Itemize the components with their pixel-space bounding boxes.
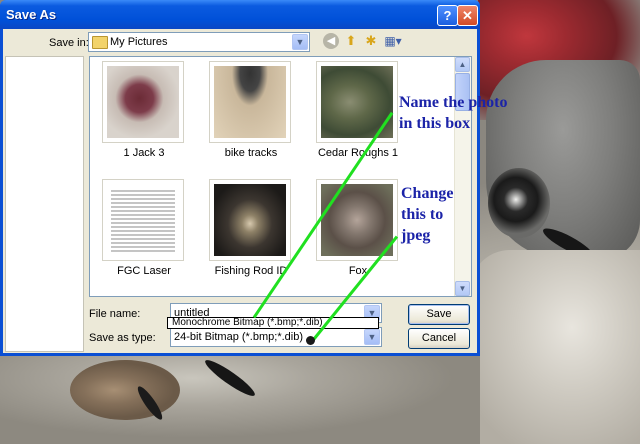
thumbnail-image	[214, 66, 286, 138]
dropdown-option[interactable]: Monochrome Bitmap (*.bmp;*.dib)	[172, 318, 323, 328]
save-as-type-label: Save as type:	[89, 332, 156, 344]
annotation-change-type: Change this to jpeg	[401, 183, 453, 246]
file-item[interactable]: FGC Laser	[93, 179, 195, 287]
file-item[interactable]: bike tracks	[200, 61, 302, 169]
save-as-dialog: Save As ? ✕ Save in: My Pictures ▼ ◀ ⬆ ✱…	[0, 0, 480, 356]
back-icon[interactable]: ◀	[323, 33, 339, 49]
thumbnail-frame	[102, 179, 184, 261]
file-item[interactable]: Cedar Roughs 1	[307, 61, 409, 169]
file-item[interactable]: Fox	[307, 179, 409, 287]
file-name: bike tracks	[224, 147, 278, 159]
second-quail-photo	[70, 360, 180, 420]
new-folder-icon[interactable]: ✱	[362, 33, 380, 49]
title-bar[interactable]: Save As ? ✕	[0, 0, 480, 29]
rock-photo	[470, 250, 640, 444]
save-as-type-select[interactable]: 24-bit Bitmap (*.bmp;*.dib) ▼	[170, 327, 382, 347]
close-button[interactable]: ✕	[457, 5, 478, 26]
file-name: 1 Jack 3	[123, 147, 165, 159]
thumbnail-image	[214, 184, 286, 256]
file-name: Fox	[348, 265, 368, 277]
folder-icon	[92, 36, 108, 49]
up-folder-icon[interactable]: ⬆	[343, 33, 359, 49]
file-name: Fishing Rod ID	[214, 265, 288, 277]
file-name-label: File name:	[89, 308, 141, 320]
annotation-text: this to	[401, 206, 444, 223]
save-as-type-value: 24-bit Bitmap (*.bmp;*.dib)	[174, 331, 303, 343]
chevron-down-icon[interactable]: ▼	[364, 329, 380, 345]
quail-head-photo	[488, 168, 550, 238]
annotation-name-photo: Name the photo in this box	[399, 92, 507, 134]
help-button[interactable]: ?	[437, 5, 458, 26]
thumbnail-frame	[209, 61, 291, 143]
scroll-down-icon[interactable]: ▼	[455, 281, 470, 296]
save-in-label: Save in:	[49, 37, 89, 49]
annotation-text: Change	[401, 185, 454, 202]
save-in-value: My Pictures	[110, 36, 168, 48]
cancel-button[interactable]: Cancel	[408, 328, 470, 349]
thumbnail-frame	[316, 61, 398, 143]
thumbnail-image	[107, 184, 179, 256]
annotation-text: Name the photo	[399, 94, 508, 111]
file-item[interactable]: 1 Jack 3	[93, 61, 195, 169]
annotation-pointer	[306, 336, 315, 345]
thumbnail-frame	[209, 179, 291, 261]
thumbnail-image	[321, 184, 393, 256]
file-name: FGC Laser	[117, 265, 171, 277]
places-bar	[5, 56, 84, 352]
chevron-down-icon[interactable]: ▼	[292, 34, 308, 50]
thumbnail-image	[107, 66, 179, 138]
thumbnail-frame	[102, 61, 184, 143]
scroll-up-icon[interactable]: ▲	[455, 57, 470, 72]
save-as-type-dropdown-list[interactable]: Monochrome Bitmap (*.bmp;*.dib)	[167, 317, 379, 329]
view-menu-icon[interactable]: ▦▾	[382, 33, 404, 49]
save-in-combo[interactable]: My Pictures ▼	[88, 32, 310, 52]
dialog-title: Save As	[6, 7, 57, 22]
annotation-text: in this box	[399, 115, 471, 132]
annotation-text: jpeg	[401, 227, 431, 244]
save-button[interactable]: Save	[408, 304, 470, 325]
file-name: Cedar Roughs 1	[317, 147, 399, 159]
